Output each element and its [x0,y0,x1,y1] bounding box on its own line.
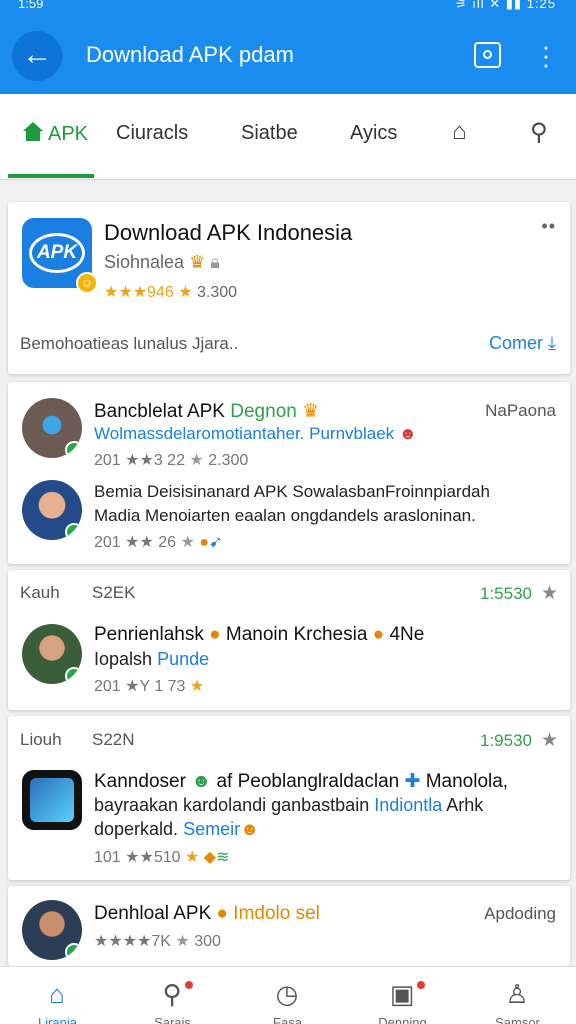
list-item-description: Madia Menoiarten eaalan ongdandels arasl… [94,506,476,525]
search-icon[interactable]: ⚲ [530,118,548,147]
list-item-rating: 201 ★★3 22 ★ 2.300 [94,452,249,469]
download-count: 1:5530 [480,584,532,603]
nav-search[interactable]: ⚲ Sarais [115,967,230,1024]
notification-dot [185,981,193,989]
list-item-title[interactable]: Penrienlahsk ● Manoin Krchesia ● 4Ne [94,624,424,646]
featured-subtitle: Siohnalea ♛ 🔒︎ [104,252,220,272]
calendar-icon: ▣ [389,979,415,1009]
app-list-card: Bancblelat APK Degnon ♛ NaPaona Wolmassd… [8,382,570,564]
lock-icon: 🔒︎ [210,252,220,272]
featured-app-card[interactable]: APK ☺ Download APK Indonesia Siohnalea ♛… [8,202,570,374]
list-item-title[interactable]: Kanndoser ☻ af Peoblanglraldaclan ✚ Mano… [94,770,508,793]
app-list-card: Liouh S22N 1:9530 ★ Kanndoser ☻ af Peobl… [8,716,570,880]
online-indicator [65,943,82,960]
list-item-subtitle: Wolmassdelaromotiantaher. Purnvblaek ☻ [94,424,417,443]
bottom-navigation: ⌂ Lirania ⚲ Sarais ◷ Fasa ▣ Denning ♙ Sa… [0,966,576,1024]
arrow-left-icon: ← [22,38,52,71]
tab-bar: APK Ciuracls Siatbe Ayics ⌂ ⚲ [0,94,576,180]
nav-explore[interactable]: ◷ Fasa [230,967,345,1024]
more-vertical-icon: · · · [541,31,551,79]
size-label: S2EK [92,583,136,602]
status-time: 1:59 [18,0,44,11]
camera-button[interactable] [474,42,501,68]
online-indicator [65,667,82,684]
online-indicator [65,523,82,540]
size-label: S22N [92,730,135,749]
download-arrow-icon: ⤓ [548,333,556,353]
list-item-rating: ★★★★7K ★ 300 [94,933,221,950]
featured-cta-button[interactable]: Comer ⤓ [489,333,556,354]
list-item-rating: 201 ★Y 1 73 ★ [94,678,205,695]
online-indicator [65,441,82,458]
crown-icon: ♛ [302,401,320,422]
list-item-subtitle: Iopalsh Punde [94,649,210,669]
app-bar: ← Download APK pdam · · · [0,14,576,94]
camera-icon [483,50,492,59]
tab-ciuracls[interactable]: Ciuracls [116,122,188,145]
smile-badge-icon: ☺ [76,272,98,294]
list-item-rating: 201 ★★ 26 ★ ●➹ [94,534,223,551]
home-icon [22,122,44,142]
featured-footer: Bemohoatieas lunalus Jjara.. [20,334,239,353]
nav-downloads[interactable]: ▣ Denning [345,967,460,1024]
download-count: 1:9530 [480,731,532,750]
tab-ayics[interactable]: Ayics [350,122,397,145]
avatar [22,624,82,684]
status-icons: ⚞ ıll ✕ ▮▮ 1:25 [455,0,556,11]
crown-icon: ♛ [189,252,206,272]
list-item-status: Apdoding [484,904,556,923]
more-options-button[interactable]: · · · [536,33,556,77]
home-icon: ⌂ [49,979,65,1009]
list-item-title[interactable]: Bemia Deisisinanard APK SowalasbanFroinn… [94,482,490,502]
compass-icon: ◷ [275,979,299,1009]
list-item-publisher: NaPaona [485,401,556,420]
nav-home[interactable]: ⌂ Lirania [0,967,115,1024]
app-list-card: Denhloal APK ● Imdolo sel Apdoding ★★★★7… [8,886,570,966]
bookmark-icon[interactable]: ⌂ [452,118,467,146]
star-icon[interactable]: ★ [541,582,558,605]
tab-siatbe[interactable]: Siatbe [241,122,298,145]
back-button[interactable]: ← [12,31,62,81]
avatar [22,398,82,458]
apk-logo: APK ☺ [22,218,98,294]
nav-profile[interactable]: ♙ Samsor [460,967,575,1024]
app-list-card: Kauh S2EK 1:5530 ★ Penrienlahsk ● Manoin… [8,570,570,710]
list-item-rating: 101 ★★510 ★ ◆≋ [94,849,230,866]
featured-rating: ★★★946 ★ 3.300 [104,284,238,301]
list-item-description: bayraakan kardolandi ganbastbain Indiont… [94,795,484,815]
category-label: Kauh [20,583,60,602]
app-title: Download APK pdam [86,42,294,67]
tab-indicator [8,174,94,178]
list-item-title[interactable]: Denhloal APK ● Imdolo sel [94,903,320,925]
more-horizontal-icon[interactable]: •• [541,216,556,237]
tab-apk[interactable]: APK [22,122,88,146]
avatar [22,900,82,960]
avatar [22,480,82,540]
star-icon[interactable]: ★ [541,729,558,752]
featured-title: Download APK Indonesia [104,220,353,245]
notification-dot [417,981,425,989]
list-item-description: doperkald. Semeir☻ [94,819,260,839]
search-icon: ⚲ [162,979,182,1009]
status-bar: 1:59 ⚞ ıll ✕ ▮▮ 1:25 [0,0,576,14]
list-item-title[interactable]: Bancblelat APK Degnon ♛ [94,400,319,423]
app-icon [22,770,82,830]
user-icon: ♙ [505,979,529,1009]
category-label: Liouh [20,730,62,749]
